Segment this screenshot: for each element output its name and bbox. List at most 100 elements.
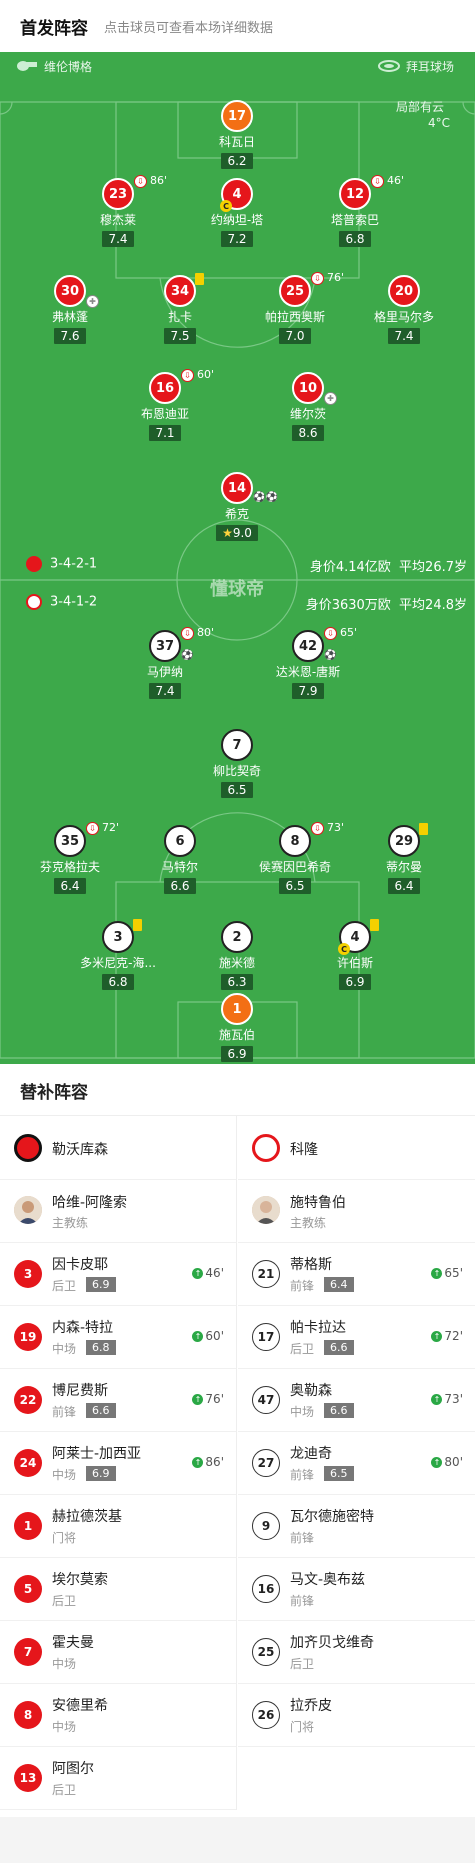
home-player[interactable]: 16 ⇩ 60' 布恩迪亚 7.1	[110, 368, 220, 441]
away-player[interactable]: 35 ⇩ 72' 芬克格拉夫 6.4	[15, 821, 125, 894]
player-name: 布恩迪亚	[140, 407, 189, 421]
away-player[interactable]: 2 施米德 6.3	[182, 921, 292, 990]
jersey-number: 14	[221, 472, 253, 504]
sub-row[interactable]: 26 拉乔皮 门将	[238, 1684, 475, 1747]
player-rating: 6.5	[279, 878, 311, 894]
home-coach-row[interactable]: 哈维-阿隆索 主教练	[0, 1180, 236, 1243]
jersey-number: 2	[221, 921, 253, 953]
coach-avatar	[252, 1196, 280, 1224]
koln-logo-icon	[26, 594, 42, 610]
sub-in-time: ↑ 46'	[192, 1266, 224, 1280]
sub-number: 19	[14, 1323, 42, 1351]
away-player[interactable]: 4 C 许伯斯 6.9	[300, 919, 410, 990]
home-player[interactable]: 34 扎卡 7.5	[125, 273, 235, 344]
home-player[interactable]: 30 ✚ 弗林蓬 7.6	[15, 275, 125, 344]
sub-row[interactable]: 27 龙迪奇 前锋 6.5 ↑ 80'	[238, 1432, 475, 1495]
sub-number: 17	[252, 1323, 280, 1351]
coach-role: 主教练	[290, 1216, 327, 1230]
away-player[interactable]: 7 柳比契奇 6.5	[182, 729, 292, 798]
away-player[interactable]: 8 ⇩ 73' 侯赛因巴希奇 6.5	[240, 821, 350, 894]
star-icon: ★	[222, 526, 233, 540]
sub-row[interactable]: 17 帕卡拉达 后卫 6.6 ↑ 72'	[238, 1306, 475, 1369]
sub-out-icon: ⇩	[181, 369, 194, 382]
sub-number: 22	[14, 1386, 42, 1414]
home-player[interactable]: 4 C 约纳坦-塔 7.2	[182, 178, 292, 247]
sub-in-time: ↑ 86'	[192, 1455, 224, 1469]
away-avg-age: 平均24.8岁	[399, 598, 467, 613]
player-rating: 7.2	[221, 231, 253, 247]
sub-row[interactable]: 22 博尼费斯 前锋 6.6 ↑ 76'	[0, 1369, 236, 1432]
sub-row[interactable]: 24 阿莱士-加西亚 中场 6.9 ↑ 86'	[0, 1432, 236, 1495]
sub-name: 埃尔莫索	[52, 1572, 108, 1588]
away-value: 身价3630万欧	[305, 598, 391, 613]
captain-icon: C	[220, 200, 232, 212]
away-player[interactable]: 6 马特尔 6.6	[125, 825, 235, 894]
sub-in-icon: ↑	[192, 1394, 204, 1405]
away-player[interactable]: 37 ⇩ 80' ⚽ 马伊纳 7.4	[110, 626, 220, 699]
sub-minute: 73'	[444, 1392, 463, 1406]
player-name: 施瓦伯	[218, 1028, 255, 1042]
sub-row[interactable]: 3 因卡皮耶 后卫 6.9 ↑ 46'	[0, 1243, 236, 1306]
home-team-row[interactable]: 勒沃库森	[0, 1116, 236, 1180]
sub-minute: 80'	[444, 1455, 463, 1469]
away-coach-row[interactable]: 施特鲁伯 主教练	[238, 1180, 475, 1243]
sub-position: 前锋	[290, 1531, 315, 1545]
sub-row[interactable]: 7 霍夫曼 中场	[0, 1621, 236, 1684]
home-player[interactable]: 25 ⇩ 76' 帕拉西奥斯 7.0	[240, 271, 350, 344]
sub-in-time: ↑ 60'	[192, 1329, 224, 1343]
sub-row[interactable]: 8 安德里希 中场	[0, 1684, 236, 1747]
sub-out-icon: ⇩	[311, 272, 324, 285]
stadium-info: 拜耳球场	[378, 58, 454, 75]
home-player[interactable]: 14 ⚽⚽ 希克 ★9.0	[182, 472, 292, 541]
home-player[interactable]: 23 ⇩ 86' 穆杰莱 7.4	[63, 174, 173, 247]
sub-position: 中场	[52, 1720, 77, 1734]
home-player[interactable]: 20 格里马尔多 7.4	[349, 275, 459, 344]
home-player[interactable]: 12 ⇩ 46' 塔普索巴 6.8	[300, 174, 410, 247]
home-player[interactable]: 10 ✚ 维尔茨 8.6	[253, 372, 363, 441]
sub-time: 46'	[387, 174, 405, 187]
goal-icon: ⚽⚽	[253, 492, 278, 503]
sub-name: 加齐贝戈维奇	[290, 1635, 374, 1651]
sub-position: 门将	[52, 1531, 77, 1545]
sub-row[interactable]: 5 埃尔莫索 后卫	[0, 1558, 236, 1621]
sub-row[interactable]: 13 阿图尔 后卫	[0, 1747, 236, 1810]
sub-rating: 6.9	[86, 1466, 116, 1481]
sub-name: 霍夫曼	[52, 1635, 94, 1651]
sub-name: 拉乔皮	[290, 1698, 332, 1714]
sub-number: 25	[252, 1638, 280, 1666]
player-name: 侯赛因巴希奇	[258, 860, 331, 874]
away-player[interactable]: 1 施瓦伯 6.9	[182, 993, 292, 1062]
sub-minute: 76'	[205, 1392, 224, 1406]
home-avg-age: 平均26.7岁	[399, 560, 467, 575]
team-name: 勒沃库森	[52, 1142, 108, 1158]
away-player[interactable]: 29 蒂尔曼 6.4	[349, 823, 459, 894]
player-name: 柳比契奇	[212, 764, 261, 778]
goal-icon: ⚽	[324, 650, 337, 661]
stadium-name: 拜耳球场	[406, 60, 455, 74]
sub-in-time: ↑ 72'	[431, 1329, 463, 1343]
sub-number: 47	[252, 1386, 280, 1414]
sub-in-icon: ↑	[431, 1268, 443, 1279]
sub-row[interactable]: 9 瓦尔德施密特 前锋	[238, 1495, 475, 1558]
jersey-number: 29	[388, 825, 420, 857]
sub-row[interactable]: 1 赫拉德茨基 门将	[0, 1495, 236, 1558]
home-player[interactable]: 17 科瓦日 6.2	[182, 100, 292, 169]
sub-row[interactable]: 25 加齐贝戈维奇 后卫	[238, 1621, 475, 1684]
away-player[interactable]: 3 多米尼克-海... 6.8	[63, 919, 173, 990]
sub-number: 5	[14, 1575, 42, 1603]
lineup-subtitle: 点击球员可查看本场详细数据	[104, 21, 274, 36]
sub-position: 前锋	[290, 1468, 315, 1482]
sub-position: 后卫	[290, 1657, 315, 1671]
player-name: 施米德	[218, 956, 255, 970]
sub-row[interactable]: 21 蒂格斯 前锋 6.4 ↑ 65'	[238, 1243, 475, 1306]
sub-in-time: ↑ 76'	[192, 1392, 224, 1406]
sub-number: 8	[14, 1701, 42, 1729]
sub-row[interactable]: 19 内森-特拉 中场 6.8 ↑ 60'	[0, 1306, 236, 1369]
away-team-row[interactable]: 科隆	[238, 1116, 475, 1180]
sub-row[interactable]: 47 奥勒森 中场 6.6 ↑ 73'	[238, 1369, 475, 1432]
sub-number: 13	[14, 1764, 42, 1792]
away-formation-row: 3-4-1-2	[26, 594, 97, 610]
away-player[interactable]: 42 ⇩ 65' ⚽ 达米恩-唐斯 7.9	[253, 626, 363, 699]
player-name: 维尔茨	[289, 407, 326, 421]
sub-row[interactable]: 16 马文-奥布兹 前锋	[238, 1558, 475, 1621]
